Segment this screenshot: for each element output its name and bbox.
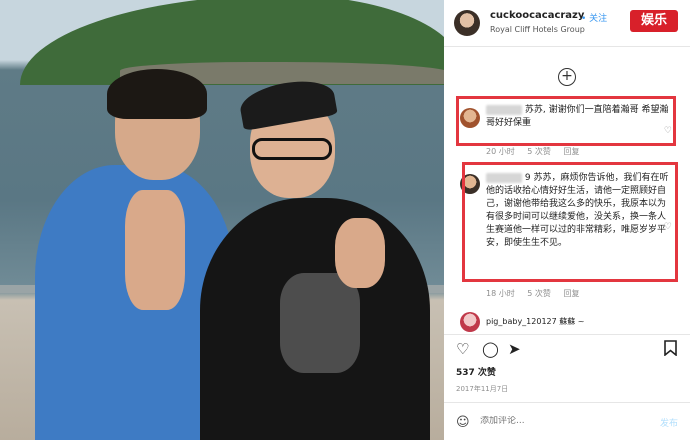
peace-sign-hand [335,218,385,288]
author-username[interactable]: cuckoocacacrazy [490,10,584,21]
post-location[interactable]: Royal Cliff Hotels Group [490,25,585,34]
bookmark-icon-svg [664,340,677,357]
comment-item: pig_baby_120127 蘇蘇 ~ [456,310,680,332]
post-comment-button[interactable]: 发布 [660,416,678,429]
commenter-avatar[interactable] [460,312,480,332]
comment-meta: 20 小时 5 次赞 回复 [486,146,589,157]
highlight-box [456,96,676,146]
comment-meta: 18 小时 5 次赞 回复 [486,288,589,299]
author-avatar[interactable] [454,10,480,36]
addcomment-divider [444,402,690,403]
post-photo[interactable] [0,0,444,440]
add-comment-bar: ☺ 发布 [444,404,690,440]
emoji-icon[interactable]: ☺ [456,415,470,430]
post-date: 2017年11月7日 [456,385,509,393]
comment-reply[interactable]: 回复 [563,289,579,298]
comment-reply[interactable]: 回复 [563,147,579,156]
actions-divider [444,334,690,335]
comment-likes[interactable]: 5 次赞 [527,147,551,156]
post-side-panel: cuckoocacacrazy • 关注 Royal Cliff Hotels … [444,0,690,440]
comment-likes[interactable]: 5 次赞 [527,289,551,298]
load-more-comments-icon[interactable]: + [558,68,576,86]
photo-person-right [200,75,430,440]
comment-time: 20 小时 [486,147,515,156]
person-chest [125,190,185,310]
bookmark-icon[interactable] [664,340,677,360]
follow-label[interactable]: • 关注 [581,11,607,24]
person-hair [107,69,207,119]
post-header: cuckoocacacrazy • 关注 Royal Cliff Hotels … [444,0,690,46]
heart-icon[interactable]: ♡ [456,340,469,358]
add-comment-input[interactable] [480,416,630,426]
comment-text: pig_baby_120127 蘇蘇 ~ [486,317,585,326]
brand-logo: 娱乐 [630,10,678,32]
comment-time: 18 小时 [486,289,515,298]
post-actions-bar: ♡ ◯ ➤ [454,340,682,360]
comment-icon[interactable]: ◯ [482,340,499,358]
glasses [252,138,332,160]
highlight-box [462,162,678,282]
likes-count[interactable]: 537 次赞 [456,365,496,378]
tshirt-print [280,273,360,373]
share-icon[interactable]: ➤ [508,340,521,358]
header-divider [444,46,690,47]
instagram-post-view: cuckoocacacrazy • 关注 Royal Cliff Hotels … [0,0,690,440]
